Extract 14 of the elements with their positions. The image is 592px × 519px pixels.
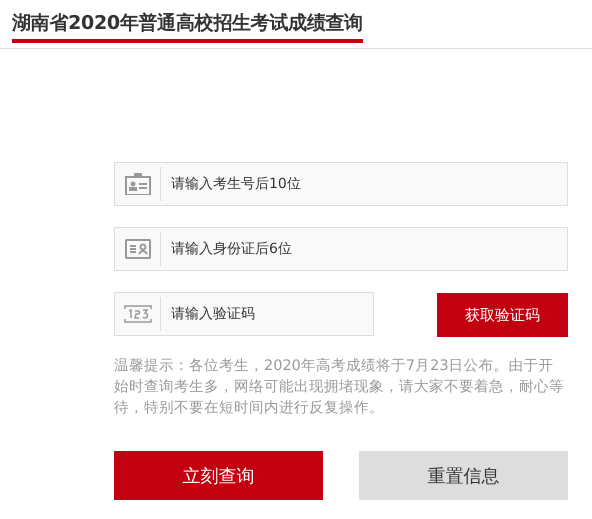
input-field[interactable]: 请输入考生号后10位 — [161, 175, 567, 193]
page-title: 湖南省2020年普通高校招生考试成绩查询 — [12, 0, 363, 43]
input-field[interactable]: 请输入验证码 — [161, 305, 373, 323]
text-field[interactable]: 请输入身份证后6位 — [114, 227, 568, 271]
id-card-icon — [124, 239, 150, 259]
notice-text: 温馨提示：各位考生，2020年高考成绩将于7月23日公布。由于开始时查询考生多，网络可能出现拥堵现象，请大家不要着急，耐心等待，特别不要在短时间内进行反复操作。 — [114, 356, 565, 418]
query-button[interactable]: 立刻查询 — [114, 451, 323, 500]
text-field[interactable]: 请输入验证码 — [114, 292, 374, 336]
get-code-button[interactable]: 获取验证码 — [437, 293, 568, 337]
badge-icon — [124, 173, 150, 195]
input-field[interactable]: 请输入身份证后6位 — [161, 240, 567, 258]
text-field[interactable]: 请输入考生号后10位 — [114, 162, 568, 206]
reset-button[interactable]: 重置信息 — [359, 451, 568, 500]
code-icon — [124, 305, 152, 323]
